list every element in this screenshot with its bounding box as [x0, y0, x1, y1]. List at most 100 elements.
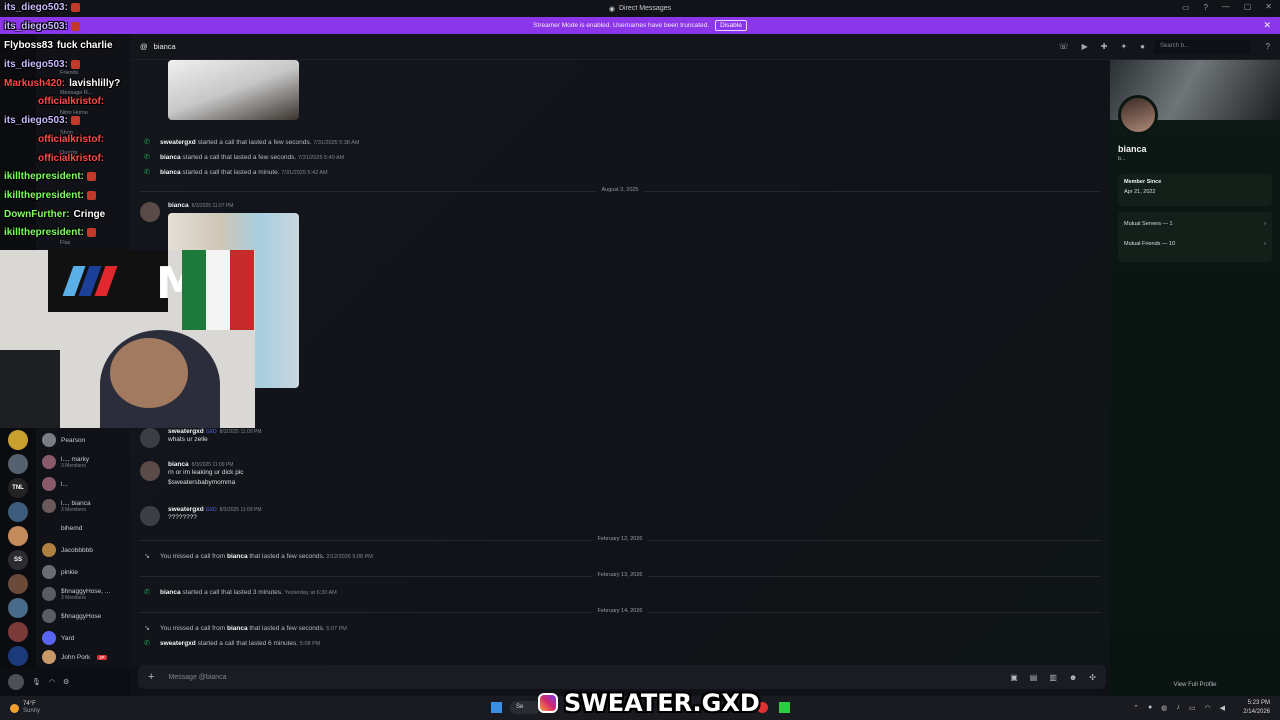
- user-profile-icon[interactable]: ●: [1140, 42, 1145, 51]
- headset-icon[interactable]: ◠: [49, 678, 55, 686]
- avatar[interactable]: [140, 428, 160, 448]
- voice-call-icon[interactable]: ☏: [1059, 42, 1069, 51]
- streamer-mode-banner: Streamer Mode is enabled. Usernames have…: [0, 17, 1280, 34]
- message: sweatergxd GXD 8/3/2025 11:09 PM whats ur …: [140, 428, 262, 448]
- minimize-button[interactable]: —: [1222, 2, 1230, 11]
- server-icon[interactable]: [8, 502, 28, 522]
- pin-icon[interactable]: ✚: [1101, 42, 1108, 51]
- inbox-icon[interactable]: ▭: [1182, 3, 1190, 12]
- dm-item[interactable]: l...: [42, 474, 130, 494]
- dm-item[interactable]: bihemd: [42, 518, 130, 538]
- dm-item[interactable]: John Pork JP: [42, 647, 130, 667]
- call-event: ✆ bianca started a call that lasted 3 min…: [144, 588, 337, 597]
- missed-call-event: ↘ You missed a call from bianca that last…: [144, 624, 347, 633]
- server-icon[interactable]: [8, 598, 28, 618]
- message-input[interactable]: Message @bianca: [168, 674, 226, 681]
- gift-icon[interactable]: ▣: [1010, 673, 1018, 682]
- wifi-icon[interactable]: ◠: [1205, 704, 1211, 712]
- window-titlebar: ◉ Direct Messages ▭? — ▢ ✕: [0, 0, 1280, 17]
- streamer-banner-text: Streamer Mode is enabled. Usernames have…: [533, 22, 710, 29]
- status-badge: JP: [97, 654, 107, 660]
- avatar: [42, 587, 56, 601]
- avatar[interactable]: [140, 506, 160, 526]
- system-tray: ⌃ ● ◍ ♪ ▭ ◠ ◀: [1133, 704, 1225, 712]
- chevron-right-icon: ›: [1264, 221, 1266, 227]
- dm-item[interactable]: Jacobbbbb: [42, 540, 130, 560]
- server-icon[interactable]: [8, 622, 28, 642]
- tray-app-icon[interactable]: ◍: [1161, 704, 1167, 712]
- microphone-icon[interactable]: ♪: [1176, 704, 1180, 712]
- avatar: [42, 543, 56, 557]
- avatar: [42, 433, 56, 447]
- server-icon[interactable]: [8, 526, 28, 546]
- webcam-overlay: M: [0, 250, 255, 428]
- disable-streamer-mode-button[interactable]: Disable: [715, 20, 747, 31]
- monitor-icon[interactable]: ▭: [1189, 704, 1196, 712]
- missed-call-icon: ↘: [144, 553, 150, 560]
- close-window-button[interactable]: ✕: [1265, 2, 1272, 11]
- help-icon[interactable]: ?: [1204, 3, 1208, 12]
- profile-avatar[interactable]: [1118, 95, 1158, 135]
- windows-start-icon[interactable]: [491, 702, 502, 713]
- apps-icon[interactable]: ✣: [1089, 673, 1096, 682]
- call-event: ✆ bianca started a call that lasted a min…: [144, 168, 328, 177]
- chevron-right-icon: ›: [1264, 241, 1266, 247]
- volume-icon[interactable]: ◀: [1220, 704, 1225, 712]
- avatar[interactable]: [8, 674, 24, 690]
- dm-item[interactable]: $hnaggyHose: [42, 606, 130, 626]
- app-icon[interactable]: [779, 702, 790, 713]
- maximize-button[interactable]: ▢: [1244, 2, 1252, 11]
- instagram-watermark: SWEATER.GXD: [538, 689, 760, 717]
- dm-item[interactable]: Pearson: [42, 430, 130, 450]
- avatar: [42, 521, 56, 535]
- user-panel: 🎙 ◠ ⚙: [0, 668, 130, 696]
- server-icon[interactable]: [8, 646, 28, 666]
- gif-icon[interactable]: ▤: [1030, 673, 1038, 682]
- add-attachment-icon[interactable]: +: [148, 671, 154, 683]
- gear-icon[interactable]: ⚙: [63, 678, 69, 686]
- taskbar-clock[interactable]: 5:23 PM 2/14/2026: [1243, 699, 1270, 717]
- dm-item[interactable]: pinkie: [42, 562, 130, 582]
- search-input[interactable]: Search b...: [1154, 39, 1250, 54]
- call-event: ✆ sweatergxd started a call that lasted a…: [144, 138, 360, 147]
- view-full-profile-link[interactable]: View Full Profile: [1110, 682, 1280, 688]
- add-friends-icon[interactable]: ✦: [1120, 42, 1127, 51]
- stream-chat-line: Flyboss83 fuck charlie: [4, 40, 113, 51]
- avatar[interactable]: [140, 461, 160, 481]
- stream-chat-line: officialkristof:: [38, 96, 105, 107]
- phone-icon: ✆: [144, 589, 150, 596]
- profile-name: bianca: [1118, 144, 1147, 154]
- server-icon-ss[interactable]: SS: [8, 550, 28, 570]
- server-icon[interactable]: [8, 454, 28, 474]
- video-call-icon[interactable]: ▶: [1082, 42, 1088, 51]
- discord-icon: ◉: [608, 5, 615, 13]
- server-icon[interactable]: [8, 574, 28, 594]
- message-image-attachment[interactable]: [168, 60, 299, 120]
- chevron-up-icon[interactable]: ⌃: [1133, 704, 1139, 712]
- emoji-icon[interactable]: ☻: [1069, 673, 1077, 682]
- microphone-icon[interactable]: 🎙: [32, 678, 41, 686]
- sticker-icon[interactable]: ▥: [1049, 673, 1057, 682]
- call-event: ✆ bianca started a call that lasted a few…: [144, 153, 345, 162]
- dm-item[interactable]: l..., bianca 3 Members: [42, 496, 130, 516]
- channel-title: bianca: [153, 42, 176, 51]
- tray-app-icon[interactable]: ●: [1148, 704, 1152, 712]
- stream-chat-line: its_diego503:: [4, 2, 80, 13]
- member-since-card: Member Since Apr 21, 2022: [1118, 174, 1272, 206]
- server-icon-tnl[interactable]: TNL: [8, 478, 28, 498]
- taskbar-search[interactable]: Se: [510, 701, 540, 714]
- dm-item[interactable]: l..., marky 3 Members: [42, 452, 130, 472]
- help-icon[interactable]: ?: [1266, 42, 1270, 51]
- weather-widget[interactable]: 74°F Sunny: [10, 701, 40, 715]
- avatar: [42, 477, 56, 491]
- mutual-servers-row[interactable]: Mutual Servers — 1 ›: [1124, 214, 1266, 234]
- avatar: [42, 499, 56, 513]
- close-banner-icon[interactable]: ✕: [1263, 20, 1271, 31]
- dm-item[interactable]: Yard: [42, 628, 130, 648]
- mutual-friends-row[interactable]: Mutual Friends — 10 ›: [1124, 234, 1266, 254]
- server-icon[interactable]: [8, 430, 28, 450]
- missed-call-icon: ↘: [144, 625, 150, 632]
- screen: ◉ Direct Messages ▭? — ▢ ✕ Streamer Mode is…: [0, 0, 1280, 720]
- dm-item[interactable]: $hnaggyHose, ... 3 Members: [42, 584, 130, 604]
- message-composer[interactable]: + Message @bianca ▣ ▤ ▥ ☻ ✣: [138, 665, 1106, 689]
